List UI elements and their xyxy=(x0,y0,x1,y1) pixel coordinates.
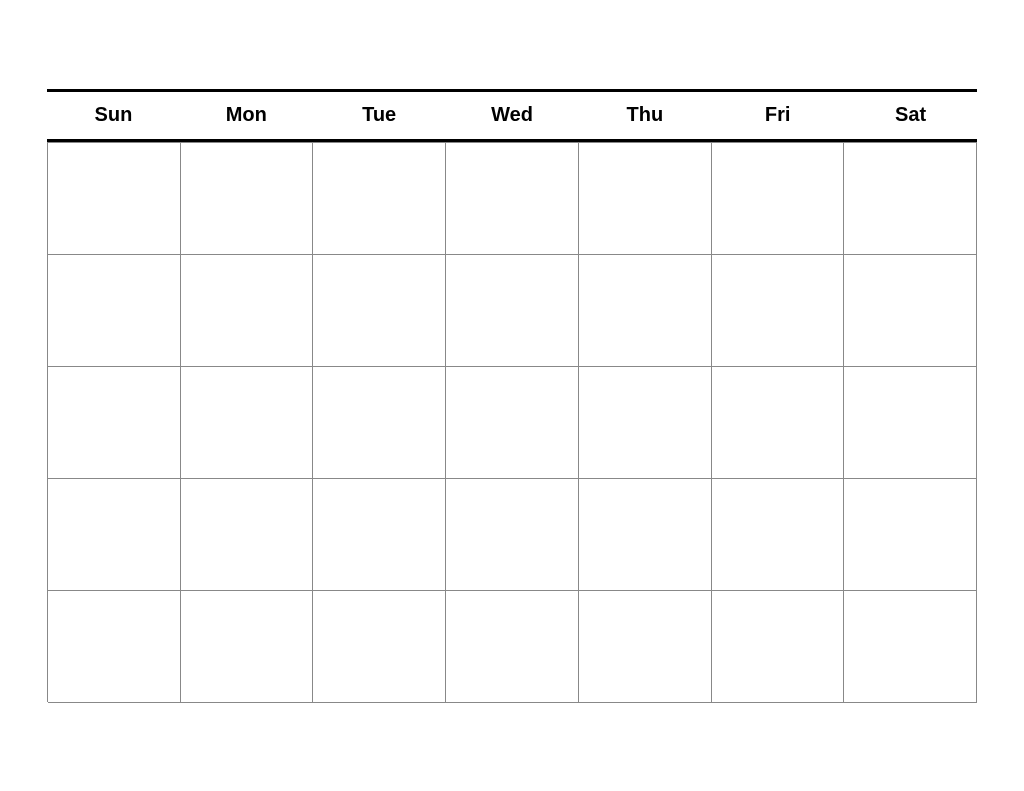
day-header-fri: Fri xyxy=(711,92,844,139)
table-row[interactable] xyxy=(579,591,712,703)
table-row[interactable] xyxy=(446,255,579,367)
table-row[interactable] xyxy=(313,367,446,479)
table-row[interactable] xyxy=(712,143,845,255)
table-row[interactable] xyxy=(844,367,977,479)
table-row[interactable] xyxy=(712,591,845,703)
table-row[interactable] xyxy=(579,255,712,367)
day-header-tue: Tue xyxy=(313,92,446,139)
table-row[interactable] xyxy=(579,143,712,255)
table-row[interactable] xyxy=(844,255,977,367)
table-row[interactable] xyxy=(181,479,314,591)
table-row[interactable] xyxy=(181,367,314,479)
table-row[interactable] xyxy=(48,591,181,703)
table-row[interactable] xyxy=(446,143,579,255)
day-header-sat: Sat xyxy=(844,92,977,139)
table-row[interactable] xyxy=(48,367,181,479)
table-row[interactable] xyxy=(579,367,712,479)
table-row[interactable] xyxy=(313,479,446,591)
table-row[interactable] xyxy=(48,255,181,367)
table-row[interactable] xyxy=(181,255,314,367)
table-row[interactable] xyxy=(181,591,314,703)
table-row[interactable] xyxy=(313,143,446,255)
table-row[interactable] xyxy=(446,367,579,479)
table-row[interactable] xyxy=(712,255,845,367)
table-row[interactable] xyxy=(579,479,712,591)
day-header-mon: Mon xyxy=(180,92,313,139)
day-header-wed: Wed xyxy=(446,92,579,139)
table-row[interactable] xyxy=(446,479,579,591)
day-header-thu: Thu xyxy=(578,92,711,139)
table-row[interactable] xyxy=(48,479,181,591)
table-row[interactable] xyxy=(844,479,977,591)
table-row[interactable] xyxy=(181,143,314,255)
table-row[interactable] xyxy=(844,591,977,703)
calendar-grid xyxy=(47,142,977,702)
day-header-sun: Sun xyxy=(47,92,180,139)
table-row[interactable] xyxy=(712,479,845,591)
calendar-header: Sun Mon Tue Wed Thu Fri Sat xyxy=(47,89,977,142)
table-row[interactable] xyxy=(313,591,446,703)
calendar: Sun Mon Tue Wed Thu Fri Sat xyxy=(47,89,977,702)
table-row[interactable] xyxy=(844,143,977,255)
table-row[interactable] xyxy=(712,367,845,479)
table-row[interactable] xyxy=(313,255,446,367)
table-row[interactable] xyxy=(446,591,579,703)
table-row[interactable] xyxy=(48,143,181,255)
